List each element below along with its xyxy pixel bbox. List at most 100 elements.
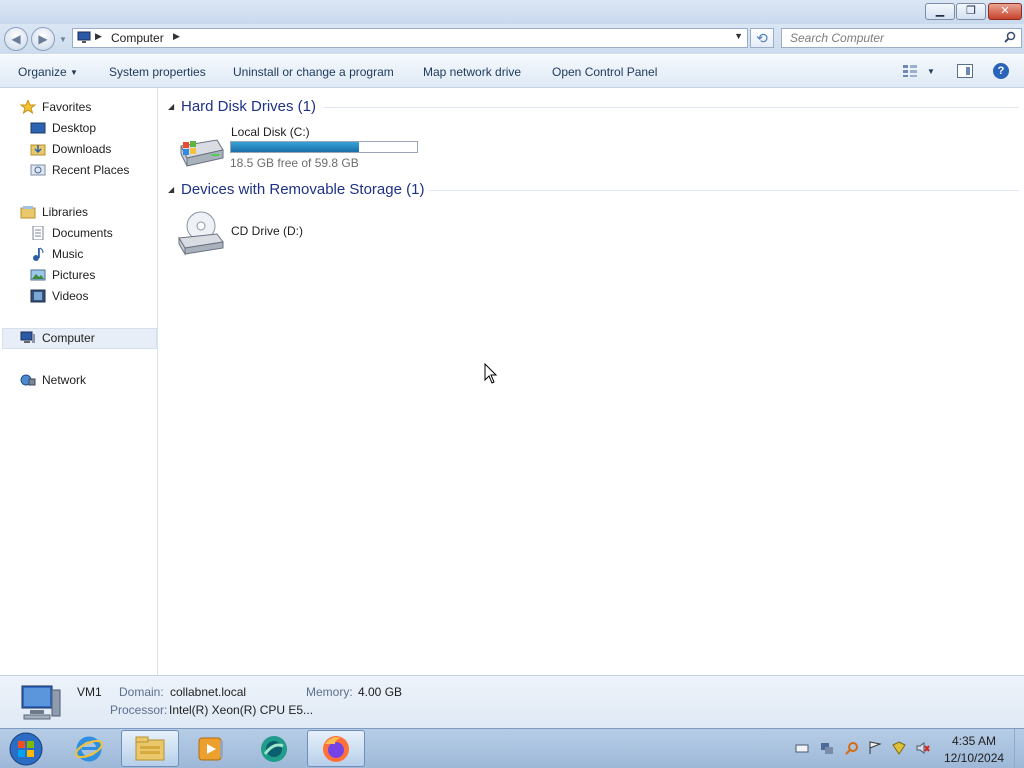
breadcrumb-chevron-icon[interactable]: ▶: [95, 31, 102, 42]
preview-pane-icon[interactable]: [957, 64, 973, 78]
nav-pictures-label: Pictures: [52, 268, 96, 282]
memory-label: Memory:: [306, 685, 353, 699]
uninstall-program-button[interactable]: Uninstall or change a program: [233, 65, 394, 79]
nav-documents-label: Documents: [52, 226, 113, 240]
nav-pictures[interactable]: Pictures: [30, 266, 95, 284]
domain-label: Domain:: [119, 685, 164, 699]
security-tray-icon[interactable]: [892, 741, 906, 755]
minimize-button[interactable]: ▁: [925, 3, 955, 20]
processor-value: Intel(R) Xeon(R) CPU E5...: [169, 703, 314, 717]
collapse-arrow-icon[interactable]: ◢: [168, 102, 174, 111]
organize-dropdown-icon[interactable]: ▼: [70, 68, 78, 77]
title-bar: ▁ ❐ ✕: [0, 0, 1024, 24]
nav-computer[interactable]: Computer: [20, 329, 95, 347]
refresh-icon: ⟲: [756, 30, 768, 46]
cd-drive-icon[interactable]: [177, 210, 225, 256]
nav-desktop[interactable]: Desktop: [30, 119, 96, 137]
minimize-icon: ▁: [935, 5, 945, 17]
nav-desktop-label: Desktop: [52, 121, 97, 135]
computer-icon: [21, 685, 61, 720]
volume-muted-icon[interactable]: [916, 741, 930, 755]
restore-icon: ❐: [966, 5, 976, 17]
libraries-icon: [20, 205, 36, 219]
change-view-icon[interactable]: [902, 64, 918, 78]
nav-computer-label: Computer: [42, 331, 95, 345]
start-button-icon[interactable]: [6, 731, 46, 767]
action-center-flag-icon[interactable]: [868, 741, 882, 755]
music-icon: [30, 247, 46, 261]
taskbar-internet-explorer[interactable]: [60, 730, 118, 767]
disk-capacity-bar: [230, 141, 418, 153]
clock-date[interactable]: 12/10/2024: [944, 751, 1004, 765]
app-icon: [261, 735, 287, 762]
domain-value: collabnet.local: [170, 685, 247, 699]
breadcrumb-chevron-icon[interactable]: ▶: [173, 31, 180, 42]
keyboard-icon[interactable]: [795, 741, 809, 755]
nav-downloads[interactable]: Downloads: [30, 140, 111, 158]
nav-videos[interactable]: Videos: [30, 287, 88, 305]
search-input[interactable]: Search Computer: [781, 28, 1022, 48]
taskbar-media-player[interactable]: [182, 730, 240, 767]
recent-pages-dropdown-icon[interactable]: ▼: [59, 35, 67, 44]
nav-downloads-label: Downloads: [52, 142, 112, 156]
close-icon: ✕: [1000, 5, 1010, 17]
nav-recent-places[interactable]: Recent Places: [30, 161, 129, 179]
recent-places-icon: [30, 163, 46, 177]
search-icon[interactable]: [1004, 31, 1016, 43]
map-network-drive-button[interactable]: Map network drive: [423, 65, 521, 79]
taskbar-windows-explorer[interactable]: [121, 730, 179, 767]
taskbar-firefox[interactable]: [307, 730, 365, 767]
nav-music[interactable]: Music: [30, 245, 83, 263]
collapse-arrow-icon[interactable]: ◢: [168, 185, 174, 194]
group-header-hard-disks[interactable]: Hard Disk Drives (1): [181, 98, 316, 115]
search-placeholder: Search Computer: [790, 31, 885, 45]
forward-button[interactable]: ▶: [31, 27, 55, 51]
nav-libraries[interactable]: Libraries: [20, 203, 88, 221]
nav-favorites[interactable]: Favorites: [19, 98, 91, 116]
drive-name-d[interactable]: CD Drive (D:): [231, 224, 303, 238]
videos-icon: [30, 289, 46, 303]
computer-icon: [20, 331, 36, 345]
organize-button[interactable]: Organize: [18, 65, 67, 79]
group-header-removable[interactable]: Devices with Removable Storage (1): [181, 181, 424, 198]
drive-name-c[interactable]: Local Disk (C:): [231, 125, 310, 139]
media-player-icon: [198, 737, 223, 760]
help-icon[interactable]: ?: [993, 63, 1009, 79]
desktop-icon: [30, 121, 46, 135]
view-options-dropdown-icon[interactable]: ▼: [927, 67, 935, 76]
network-tray-icon[interactable]: [820, 741, 834, 755]
open-control-panel-button[interactable]: Open Control Panel: [552, 65, 657, 79]
back-arrow-icon: ◀: [11, 32, 21, 46]
nav-documents[interactable]: Documents: [30, 224, 113, 242]
computer-icon: [77, 31, 91, 43]
search-tray-icon[interactable]: [845, 741, 859, 755]
processor-label: Processor:: [110, 703, 168, 717]
address-bar[interactable]: ▶ Computer ▶ ▼: [72, 28, 748, 48]
show-desktop-button[interactable]: [1014, 729, 1024, 768]
drive-free-space-c: 18.5 GB free of 59.8 GB: [230, 156, 359, 170]
clock-time[interactable]: 4:35 AM: [952, 734, 996, 748]
documents-icon: [30, 225, 46, 241]
taskbar: 4:35 AM 12/10/2024: [0, 728, 1024, 768]
command-bar: Organize ▼ System properties Uninstall o…: [0, 55, 1024, 88]
nav-recent-places-label: Recent Places: [52, 163, 130, 177]
pictures-icon: [30, 268, 46, 282]
internet-explorer-icon: [75, 736, 103, 761]
hard-drive-icon[interactable]: [177, 132, 225, 168]
nav-videos-label: Videos: [52, 289, 89, 303]
taskbar-app[interactable]: [245, 730, 303, 767]
breadcrumb-computer[interactable]: Computer: [111, 31, 164, 45]
address-dropdown-icon[interactable]: ▼: [734, 31, 743, 41]
group-divider: [324, 107, 1019, 108]
restore-button[interactable]: ❐: [956, 3, 986, 20]
nav-libraries-label: Libraries: [42, 205, 89, 219]
nav-music-label: Music: [52, 247, 84, 261]
details-pane: VM1 Domain: collabnet.local Memory: 4.00…: [0, 675, 1024, 728]
close-button[interactable]: ✕: [988, 3, 1022, 20]
forward-arrow-icon: ▶: [38, 32, 48, 46]
refresh-button[interactable]: ⟲: [750, 28, 774, 48]
navigation-pane: Favorites Desktop Downloads Recent Place…: [0, 88, 158, 675]
nav-network[interactable]: Network: [20, 371, 86, 389]
system-properties-button[interactable]: System properties: [109, 65, 206, 79]
back-button[interactable]: ◀: [4, 27, 28, 51]
